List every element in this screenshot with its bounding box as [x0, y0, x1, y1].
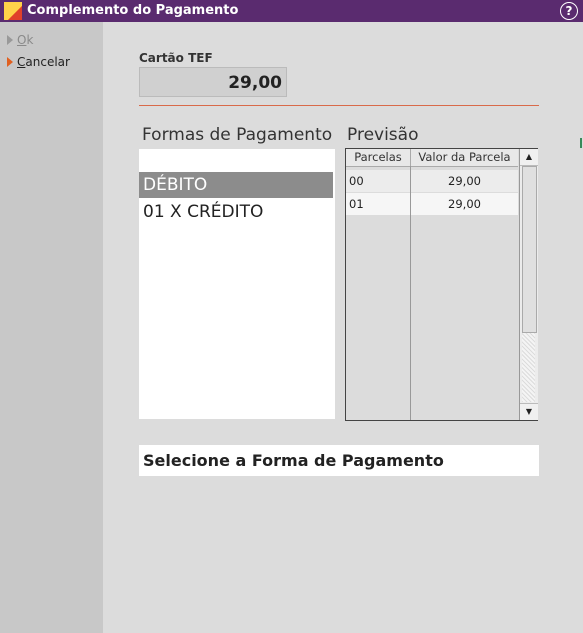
edge-marker [580, 138, 582, 148]
window-title: Complemento do Pagamento [27, 3, 239, 18]
column-header-parcelas[interactable]: Parcelas [346, 149, 411, 166]
formas-pagamento-list[interactable]: DÉBITO 01 X CRÉDITO [139, 149, 335, 419]
forma-item-debito[interactable]: DÉBITO [139, 172, 333, 198]
scroll-down-icon[interactable]: ▼ [520, 403, 538, 420]
cell-parcela: 01 [349, 197, 364, 211]
previsao-grid[interactable]: Parcelas Valor da Parcela 00 29,00 01 29… [345, 148, 538, 421]
grid-header: Parcelas Valor da Parcela [346, 149, 518, 167]
column-header-valor[interactable]: Valor da Parcela [411, 149, 518, 166]
arrow-right-icon [7, 35, 13, 45]
main-panel: Cartão TEF 29,00 Formas de Pagamento Pre… [103, 22, 583, 633]
help-icon[interactable]: ? [560, 2, 578, 20]
ok-button[interactable]: Ok [7, 33, 33, 47]
vertical-scrollbar[interactable]: ▲ ▼ [519, 149, 538, 420]
cell-valor: 29,00 [448, 174, 481, 188]
tef-label: Cartão TEF [139, 51, 213, 65]
app-icon [4, 2, 22, 20]
sidebar: Ok Cancelar [0, 22, 103, 633]
title-bar: Complemento do Pagamento ? [0, 0, 583, 22]
scrollbar-thumb[interactable] [522, 166, 537, 333]
forma-item-credito[interactable]: 01 X CRÉDITO [139, 199, 333, 225]
column-divider [410, 166, 411, 420]
scrollbar-track[interactable] [522, 333, 535, 402]
ok-label: k [26, 33, 34, 47]
formas-pagamento-label: Formas de Pagamento [142, 125, 333, 145]
cancel-label: ancelar [25, 55, 70, 69]
cell-parcela: 00 [349, 174, 364, 188]
status-message: Selecione a Forma de Pagamento [139, 445, 539, 476]
cancel-button[interactable]: Cancelar [7, 55, 70, 69]
previsao-label: Previsão [347, 125, 419, 145]
tef-value-field: 29,00 [139, 67, 287, 97]
scroll-up-icon[interactable]: ▲ [520, 149, 538, 166]
table-row[interactable]: 01 29,00 [346, 193, 518, 215]
cell-valor: 29,00 [448, 197, 481, 211]
arrow-right-icon [7, 57, 13, 67]
separator-line [139, 105, 539, 106]
table-row[interactable]: 00 29,00 [346, 170, 518, 192]
